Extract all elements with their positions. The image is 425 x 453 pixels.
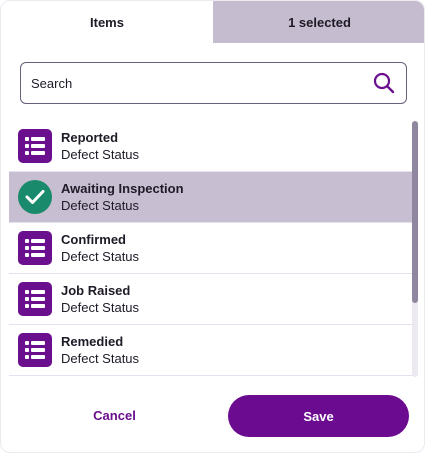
list-icon <box>18 231 52 265</box>
list-item[interactable]: Reported Defect Status <box>9 121 413 172</box>
list-item[interactable]: Confirmed Defect Status <box>9 223 413 274</box>
list-item-title: Remedied <box>61 333 124 349</box>
scrollbar-thumb[interactable] <box>412 121 418 303</box>
list-item-subtitle: Defect Status <box>61 350 140 366</box>
list-item-selected[interactable]: Awaiting Inspection Defect Status <box>9 172 413 223</box>
search-icon[interactable] <box>372 71 396 95</box>
list-item-subtitle: Defect Status <box>61 299 140 315</box>
list-item[interactable]: Remedied Defect Status <box>9 325 413 376</box>
list-item-subtitle: Defect Status <box>61 248 140 264</box>
list-icon <box>18 129 52 163</box>
list-item-subtitle: Defect Status <box>61 197 140 213</box>
list-item-text: Reported Defect Status <box>61 130 139 163</box>
list-item-title: Confirmed <box>61 231 126 247</box>
search-box <box>20 62 407 104</box>
checkmark-icon <box>18 180 52 214</box>
save-button[interactable]: Save <box>228 395 409 437</box>
item-list: Reported Defect Status Awaiting Inspecti… <box>9 121 413 377</box>
list-item-text: Awaiting Inspection Defect Status <box>61 181 184 214</box>
list-scrollbar[interactable] <box>412 121 418 377</box>
list-item-title: Job Raised <box>61 282 131 298</box>
list-icon <box>18 333 52 367</box>
list-item-text: Remedied Defect Status <box>61 334 139 367</box>
tab-bar: Items 1 selected <box>1 1 424 43</box>
list-item-subtitle: Defect Status <box>61 146 140 162</box>
list-item[interactable]: Job Raised Defect Status <box>9 274 413 325</box>
tab-selected[interactable]: 1 selected <box>213 1 424 43</box>
list-item-text: Job Raised Defect Status <box>61 283 139 316</box>
list-item-title: Reported <box>61 129 119 145</box>
list-icon <box>18 282 52 316</box>
search-input[interactable] <box>29 62 372 104</box>
list-item-text: Confirmed Defect Status <box>61 232 139 265</box>
cancel-button[interactable]: Cancel <box>61 396 168 434</box>
list-item-title: Awaiting Inspection <box>61 180 184 196</box>
item-picker-panel: Items 1 selected Search Reported Defect … <box>0 0 425 453</box>
tab-items[interactable]: Items <box>1 1 213 43</box>
